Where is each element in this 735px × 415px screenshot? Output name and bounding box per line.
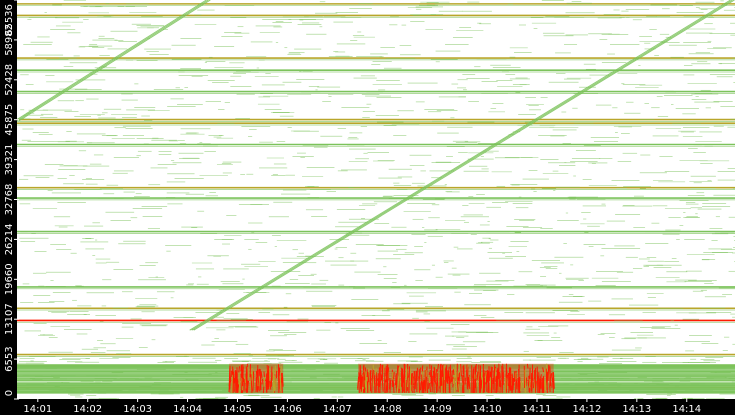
hot-point: [458, 372, 461, 385]
x-tick-label: 14:05: [223, 404, 252, 415]
x-tick-label: 14:04: [173, 404, 202, 415]
hot-point: [405, 369, 408, 379]
hot-point: [357, 380, 359, 390]
hot-point: [448, 376, 451, 393]
hot-point: [446, 370, 449, 383]
hot-point: [509, 367, 511, 373]
hot-point: [443, 365, 446, 393]
hot-point: [490, 374, 493, 384]
x-tick-label: 14:13: [622, 404, 651, 415]
y-tick-label: 45875: [4, 104, 15, 136]
hot-point: [433, 366, 436, 383]
y-tick-label: 65536: [4, 4, 15, 36]
hot-point: [358, 374, 361, 382]
x-tick-label: 14:08: [373, 404, 402, 415]
hot-point: [489, 377, 492, 393]
hot-point: [551, 377, 553, 388]
traffic-scatter-chart: 14:01 14:02 14:03 14:04 14:05 14:06 14:07 14:08…: [0, 0, 735, 415]
hot-point: [493, 364, 496, 393]
hot-point: [375, 375, 378, 392]
hot-point: [381, 364, 384, 381]
chart-svg: 14:01 14:02 14:03 14:04 14:05 14:06 14:07 14:08…: [0, 0, 735, 415]
x-tick-label: 14:06: [273, 404, 302, 415]
y-tick-label: 6553: [4, 346, 15, 371]
hot-point: [266, 373, 268, 388]
hot-point: [263, 376, 266, 387]
hot-point: [508, 376, 510, 393]
hot-point: [411, 373, 413, 392]
y-tick-label: 0: [4, 390, 15, 396]
hot-point: [543, 380, 546, 388]
y-tick-label: 39321: [4, 144, 15, 176]
hot-point: [549, 365, 551, 377]
hot-point: [413, 376, 415, 385]
hot-point: [252, 372, 255, 392]
x-tick-label: 14:10: [473, 404, 502, 415]
x-tick-label: 14:11: [523, 404, 552, 415]
hot-point: [270, 378, 273, 384]
hot-point: [526, 363, 529, 369]
hot-point: [275, 380, 277, 390]
hot-point: [240, 373, 243, 393]
hot-point: [369, 372, 372, 392]
y-tick-label: 52428: [4, 64, 15, 96]
y-tick-label: 13107: [4, 303, 15, 335]
hot-point: [244, 376, 246, 383]
hot-point: [424, 380, 426, 393]
x-tick-label: 14:03: [123, 404, 152, 415]
hot-point: [431, 375, 434, 393]
hot-point: [550, 373, 553, 379]
hot-point: [396, 376, 398, 388]
hot-point: [515, 380, 518, 389]
y-tick-label: 26214: [4, 223, 15, 255]
x-tick-label: 14:14: [672, 404, 701, 415]
hot-point: [512, 377, 515, 385]
hot-point: [419, 381, 422, 391]
hot-point: [467, 377, 469, 387]
hot-point: [379, 363, 381, 393]
hot-point: [281, 373, 283, 384]
x-tick-label: 14:07: [323, 404, 352, 415]
x-tick-label: 14:02: [73, 404, 102, 415]
hot-point: [396, 365, 399, 376]
hot-point: [486, 371, 488, 378]
hot-regions-layer: [228, 363, 555, 393]
hot-point: [442, 373, 444, 393]
y-tick-label: 32768: [4, 184, 15, 216]
hot-point: [371, 376, 373, 393]
hot-point: [452, 369, 455, 376]
x-tick-label: 14:09: [423, 404, 452, 415]
x-tick-label: 14:12: [572, 404, 601, 415]
x-tick-label: 14:01: [23, 404, 52, 415]
hot-point: [261, 378, 264, 385]
hot-point: [393, 371, 395, 380]
hot-point: [451, 370, 453, 382]
y-tick-label: 19660: [4, 263, 15, 295]
